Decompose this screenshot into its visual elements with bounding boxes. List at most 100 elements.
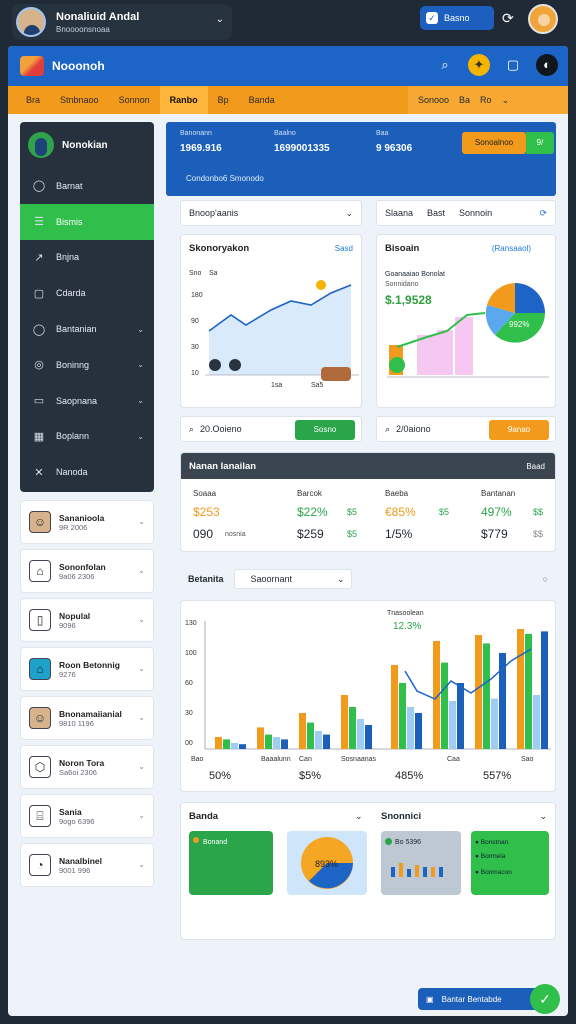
sidebar-item[interactable]: ▭ Saopnana ⌄ (20, 383, 154, 419)
card-subtitle: Sa6oi 2306 (59, 767, 97, 777)
list-item[interactable]: ⌂ Sononfolan 9a06 2306 ⌄ (20, 549, 154, 593)
bar (441, 662, 448, 749)
card-subtitle: 9096 (59, 620, 76, 630)
search-icon[interactable]: ⌕ (434, 54, 456, 76)
list-tile[interactable]: ● Bonstnan ● Borrneia ● Bonmacon (471, 831, 549, 895)
y-tick: 10 (191, 370, 199, 377)
y-tick: 30 (191, 344, 199, 351)
list-item[interactable]: ☺ Bnonamaiianial 9810 1196 ⌄ (20, 696, 154, 740)
bar (437, 330, 453, 375)
filter-select[interactable]: Saoornant ⌄ (233, 569, 352, 589)
chevron-down-icon[interactable]: ⌄ (539, 811, 547, 822)
table-cell: €85% (385, 505, 416, 519)
window-icon[interactable]: ▢ (502, 54, 524, 76)
chevron-down-icon: ⌄ (138, 811, 145, 820)
sidebar-item[interactable]: ↗ Bnjna (20, 240, 154, 276)
table-cell: $$ (533, 529, 544, 539)
bar (299, 713, 306, 749)
action-button[interactable]: Sosno (295, 420, 355, 440)
sidebar-item[interactable]: ◯ Bantanian ⌄ (20, 311, 154, 347)
table-cell: 497% (481, 505, 512, 519)
banner-stat: Baa 9 96306 (376, 130, 413, 154)
sidebar-user[interactable]: Nonokian (20, 122, 154, 168)
tools-icon: ✕ (34, 466, 44, 479)
select-value: Slaana (385, 208, 414, 218)
list-item[interactable]: ◔ Nanalbinel 9001 996 ⌄ (20, 843, 154, 887)
list-item[interactable]: ☺ Sananioola 9R 2006 ⌄ (20, 500, 154, 544)
panel-title: Banda (189, 811, 219, 822)
chat-icon: ◯ (32, 323, 46, 336)
green-tile[interactable]: Bonand (189, 831, 273, 895)
chevron-down-icon: ⌄ (137, 431, 144, 441)
settings-icon[interactable]: ○ (543, 574, 548, 584)
nav-item[interactable]: Stnbnaoo (50, 86, 109, 114)
card-subtitle: 9001 996 (59, 865, 91, 875)
sidebar-item[interactable]: ▢ Cdarda (20, 275, 154, 311)
bar (265, 734, 272, 749)
save-icon: ▣ (426, 994, 434, 1004)
avatar (28, 132, 54, 158)
banner-button[interactable]: Sonoalnoo (462, 132, 526, 154)
banner-button-secondary[interactable]: 9/ (526, 132, 554, 154)
card-title: Sania (59, 806, 82, 817)
nav-item[interactable]: Bra (16, 86, 50, 114)
chevron-down-icon: ⌄ (215, 14, 224, 25)
nav-bar: Bra Stnbnaoo Sonnon Ranbo Bp Banda Sonooo Ba … (8, 86, 568, 114)
nav-item[interactable]: Banda (239, 86, 285, 114)
sidebar-item[interactable]: ◎ Boninng ⌄ (20, 347, 154, 383)
nav-item[interactable]: Bp (208, 86, 239, 114)
action-button[interactable]: 9anao (489, 420, 549, 440)
sidebar-item[interactable]: ☰ Bismis (20, 203, 154, 240)
calendar-icon: ▢ (33, 287, 45, 300)
badge-label: Basno (444, 13, 470, 23)
bar (231, 743, 238, 749)
list-item[interactable]: ⌂ Roon Betonnig 9276 ⌄ (20, 647, 154, 691)
card-subtitle: 9a06 2306 (59, 571, 95, 581)
nav-item[interactable]: Sonnon (109, 86, 160, 114)
menu-icon: ☰ (34, 216, 44, 229)
period-select[interactable]: Bnoop'aanis ⌄ (180, 200, 362, 226)
pie-tile[interactable]: 893% (287, 831, 367, 895)
list-item[interactable]: ⌸ Sania 9ogo 6396 ⌄ (20, 794, 154, 838)
person-icon: ☺ (29, 511, 51, 533)
robot-icon (389, 357, 405, 373)
bulb-icon[interactable]: ✦ (468, 54, 490, 76)
status-badge[interactable]: ✓ Basno (420, 6, 494, 30)
refresh-icon[interactable]: ⟳ (502, 10, 514, 27)
trend-panel: Skonoryakon Sasd Sno Sa 180 90 30 10 1sa Sa… (180, 234, 362, 408)
filter-select-group[interactable]: Slaana Bast Sonnoin ⟳ (376, 200, 556, 226)
list-item[interactable]: ▯ Nopulal 9096 ⌄ (20, 598, 154, 642)
chevron-down-icon[interactable]: ⌄ (355, 811, 363, 822)
chevron-down-icon[interactable]: ⌄ (502, 95, 510, 106)
user-selector[interactable]: Nonaliuid Andal Bnoooonsnoaa ⌄ (12, 4, 232, 40)
nav-right: Sonooo Ba Ro ⌄ (408, 86, 568, 114)
nav-right-item[interactable]: Sonooo (418, 95, 449, 105)
sidebar-item[interactable]: ▦ Boplann ⌄ (20, 419, 154, 455)
nav-right-item[interactable]: Ba (459, 95, 470, 105)
table-cell: $259 (297, 527, 324, 541)
sidebar-item[interactable]: ✕ Nanoda (20, 454, 154, 490)
select-value: Saoornant (250, 574, 293, 584)
stat-value: 50% (209, 770, 231, 782)
card-subtitle: 9ogo 6396 (59, 816, 95, 826)
list-item[interactable]: ⬡ Noron Tora Sa6oi 2306 ⌄ (20, 745, 154, 789)
bottom-action-button[interactable]: ▣ Bantar Bentabde (418, 988, 540, 1010)
search-icon: ⌕ (189, 423, 195, 434)
theme-icon[interactable]: ◐ (536, 54, 558, 76)
store-icon: ⌂ (29, 560, 51, 582)
card-subtitle: 9R 2006 (59, 522, 88, 532)
chevron-down-icon: ⌄ (345, 207, 353, 218)
bar (483, 643, 490, 749)
bar (239, 744, 246, 749)
table-cell: $5 (439, 507, 450, 517)
nav-right-item[interactable]: Ro (480, 95, 492, 105)
table-header-action[interactable]: Baad (526, 462, 545, 471)
sidebar-item[interactable]: ◯ Barnat (20, 168, 154, 204)
nav-item[interactable]: Ranbo (159, 86, 208, 114)
refresh-icon[interactable]: ⟳ (539, 208, 547, 219)
profile-avatar[interactable] (528, 4, 558, 34)
bar (323, 734, 330, 749)
chevron-down-icon: ⌄ (137, 396, 144, 406)
check-button[interactable]: ✓ (530, 984, 560, 1014)
mini-chart-tile[interactable]: Bo 5396 (381, 831, 461, 895)
